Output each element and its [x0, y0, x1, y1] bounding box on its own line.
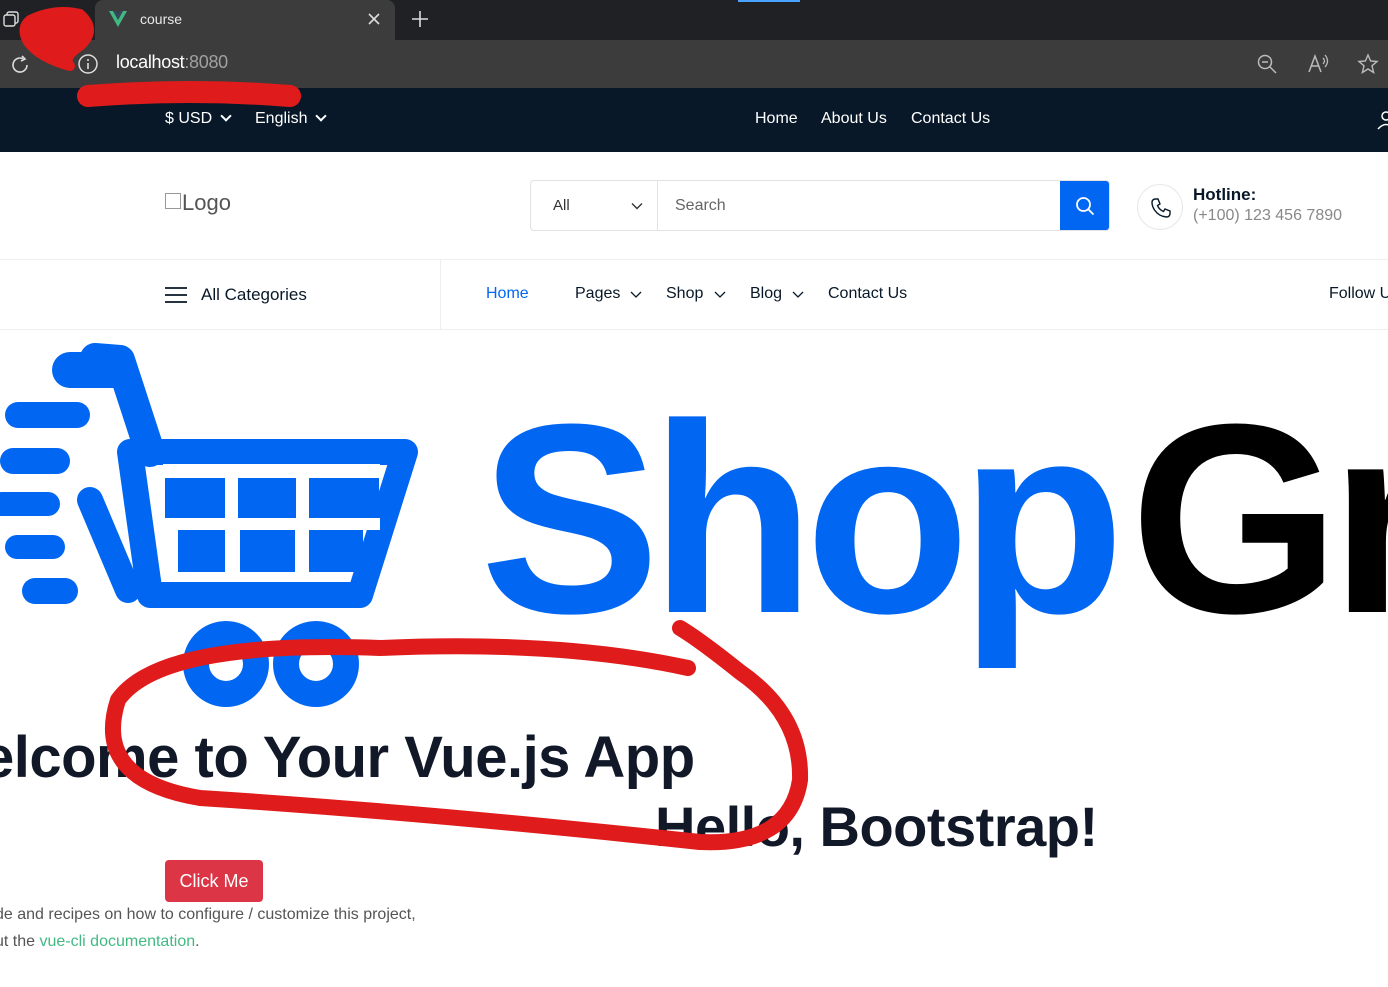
close-tab-icon[interactable]	[367, 12, 381, 26]
search-bar: All	[530, 180, 1110, 231]
hotline-phone-badge	[1137, 184, 1183, 230]
brand-wordmark-gr: Gr	[1130, 369, 1388, 670]
hello-bootstrap-heading: Hello, Bootstrap!	[655, 795, 1098, 858]
nav-divider	[440, 260, 441, 330]
search-category-value: All	[553, 197, 570, 214]
tab-actions-icon[interactable]	[2, 10, 20, 28]
site-topbar: $ USD English Home About Us Contact Us	[0, 88, 1388, 152]
nav-item-home[interactable]: Home	[486, 285, 529, 303]
hotline-number: (+100) 123 456 7890	[1193, 207, 1343, 224]
user-icon[interactable]	[1376, 110, 1388, 130]
page-root: course localhost:8080 $ USD English Home…	[0, 0, 1388, 987]
search-category-select[interactable]: All	[531, 181, 658, 230]
topbar-link-home[interactable]: Home	[755, 110, 798, 128]
info-text-line1: de and recipes on how to configure / cus…	[0, 906, 416, 923]
read-aloud-icon[interactable]	[1306, 52, 1330, 76]
shopgrids-brand-logo: Shop Gr	[0, 343, 1388, 707]
currency-label: $ USD	[165, 110, 213, 127]
language-select[interactable]: English	[255, 110, 328, 128]
topbar-link-contact[interactable]: Contact Us	[911, 110, 990, 128]
currency-select[interactable]: $ USD	[165, 110, 232, 128]
brand-wordmark-shop: Shop	[480, 369, 1116, 671]
nav-item-pages[interactable]: Pages	[575, 285, 620, 303]
chevron-down-icon	[315, 110, 328, 122]
click-me-button[interactable]: Click Me	[165, 860, 263, 902]
language-label: English	[255, 110, 308, 127]
browser-tab-active[interactable]: course	[95, 0, 395, 40]
nav-item-contact[interactable]: Contact Us	[828, 285, 907, 303]
reload-icon[interactable]	[9, 54, 31, 76]
browser-address-bar: localhost:8080	[0, 40, 1388, 88]
search-icon	[1076, 197, 1095, 216]
shopping-cart-icon	[0, 343, 418, 707]
hamburger-icon[interactable]	[165, 286, 187, 304]
chevron-down-icon	[630, 291, 642, 298]
vue-cli-docs-link[interactable]: vue-cli documentation	[39, 933, 195, 950]
vue-favicon-icon	[109, 11, 127, 27]
tab-title: course	[140, 11, 183, 27]
url-port: :8080	[184, 52, 228, 72]
hotline-label: Hotline:	[1193, 185, 1257, 204]
favorite-star-icon[interactable]	[1356, 52, 1380, 76]
logo-alt-text: Logo	[182, 190, 231, 215]
url-host: localhost	[116, 52, 185, 72]
broken-image-icon	[165, 193, 181, 209]
zoom-out-icon[interactable]	[1256, 53, 1278, 75]
chevron-down-icon	[631, 203, 643, 210]
site-info-icon[interactable]	[77, 53, 99, 75]
info-suffix: .	[195, 933, 200, 950]
phone-icon	[1151, 198, 1171, 218]
url-field[interactable]: localhost:8080	[116, 52, 228, 73]
all-categories-button[interactable]: All Categories	[201, 285, 307, 305]
new-tab-icon[interactable]	[409, 8, 431, 30]
chevron-down-icon	[220, 110, 232, 122]
info-prefix: ut the	[0, 933, 36, 950]
chevron-down-icon	[714, 291, 726, 298]
search-input[interactable]	[659, 181, 1059, 230]
search-button[interactable]	[1060, 181, 1109, 230]
browser-tab-bar: course	[0, 0, 1388, 40]
chevron-down-icon	[792, 291, 804, 298]
nav-item-shop[interactable]: Shop	[666, 285, 703, 303]
info-text-line2: ut the vue-cli documentation.	[0, 933, 200, 951]
tab-accent-line	[738, 0, 800, 2]
topbar-link-about[interactable]: About Us	[821, 110, 887, 128]
follow-us-label: Follow U	[1329, 285, 1388, 302]
nav-item-blog[interactable]: Blog	[750, 285, 782, 303]
site-logo[interactable]: Logo	[165, 190, 231, 216]
welcome-heading: elcome to Your Vue.js App	[0, 725, 695, 790]
main-nav: All Categories Home Pages Shop Blog Cont…	[0, 259, 1388, 330]
